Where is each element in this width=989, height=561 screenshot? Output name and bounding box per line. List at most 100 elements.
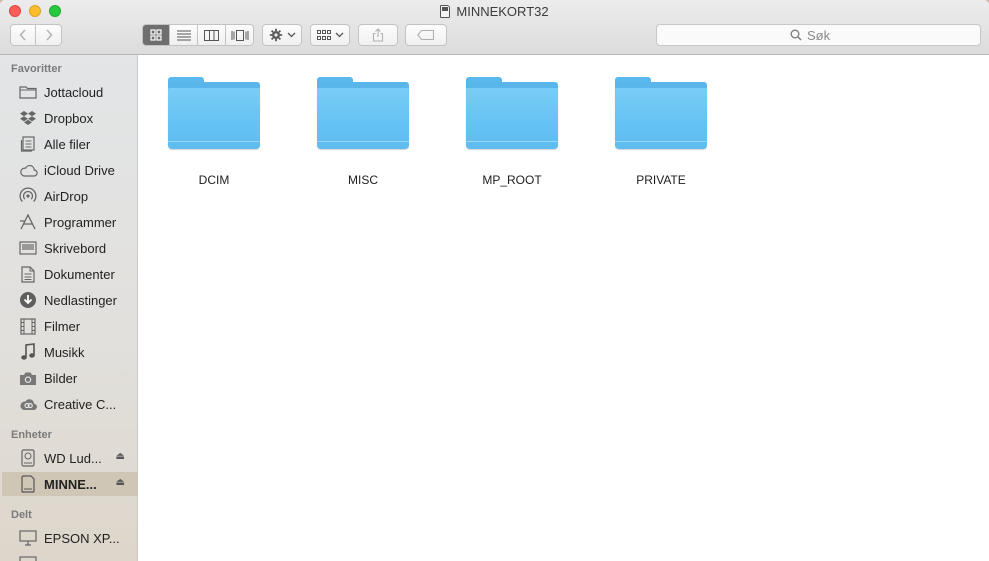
folder-item-private[interactable]: PRIVATE <box>601 77 721 197</box>
sidebar-item-creative-cloud[interactable]: Creative C... <box>2 392 137 416</box>
column-view-icon <box>204 29 219 41</box>
folder-icon <box>317 77 409 149</box>
creative-cloud-icon <box>18 394 38 414</box>
airdrop-icon <box>18 186 38 206</box>
folder-name: MP_ROOT <box>482 173 542 187</box>
sidebar-item-dropbox[interactable]: Dropbox <box>2 106 137 130</box>
film-icon <box>18 316 38 336</box>
sidebar-item-label: Skrivebord <box>44 240 107 256</box>
sidebar-item-label: Bilder <box>44 370 78 386</box>
folder-icon <box>168 77 260 149</box>
music-icon <box>18 342 38 362</box>
sidebar-item-minnekort[interactable]: MINNE... ⏏ <box>2 472 137 496</box>
sidebar-item-all-files[interactable]: Alle filer <box>2 132 137 156</box>
sidebar-item-label: Dokumenter <box>44 266 115 282</box>
forward-button[interactable] <box>35 24 62 46</box>
folder-name: MISC <box>348 173 378 187</box>
arrange-menu-button[interactable] <box>310 24 350 46</box>
back-button[interactable] <box>10 24 36 46</box>
sidebar: Favoritter Jottacloud Dropbox Alle filer… <box>0 55 138 561</box>
chevron-right-icon <box>45 29 52 41</box>
sidebar-item-applications[interactable]: Programmer <box>2 210 137 234</box>
sidebar-header-devices: Enheter <box>11 429 52 441</box>
sidebar-item-label: Musikk <box>44 344 85 360</box>
sd-card-icon <box>440 5 451 18</box>
sidebar-item-pictures[interactable]: Bilder <box>2 366 137 390</box>
sidebar-item-label: EPSON XP... <box>44 530 120 546</box>
sidebar-item-desktop[interactable]: Skrivebord <box>2 236 137 260</box>
sidebar-item-label: Programmer <box>44 214 117 230</box>
toolbar: MINNEKORT32 <box>0 0 989 55</box>
sidebar-item-label: Dropbox <box>44 110 94 126</box>
monitor-icon <box>18 528 38 548</box>
hard-drive-icon <box>18 448 38 468</box>
search-field[interactable] <box>656 24 981 46</box>
cloud-icon <box>18 160 38 180</box>
gear-icon <box>269 28 282 42</box>
list-view-icon <box>176 30 191 40</box>
applications-icon <box>18 212 38 232</box>
finder-window: MINNEKORT32 Søk Favoritter Jottacloud Dr… <box>0 0 989 561</box>
eject-icon[interactable]: ⏏ <box>116 477 125 488</box>
tag-icon <box>417 30 435 40</box>
window-title-bar: MINNEKORT32 <box>0 3 989 21</box>
view-mode-selector <box>142 24 254 46</box>
column-view-button[interactable] <box>198 24 226 46</box>
sidebar-header-shared: Delt <box>11 509 32 521</box>
sidebar-item-label: AirDrop <box>44 188 89 204</box>
sidebar-item-movies[interactable]: Filmer <box>2 314 137 338</box>
sidebar-item-epson[interactable]: EPSON XP... <box>2 526 137 550</box>
sidebar-item-label: Jottacloud <box>44 84 104 100</box>
folder-icon <box>615 77 707 149</box>
sidebar-item-label: MINNE... <box>44 476 97 492</box>
sidebar-item-label: iCloud Drive <box>44 162 115 178</box>
folder-name: PRIVATE <box>636 173 686 187</box>
folder-icon <box>466 77 558 149</box>
desktop-icon <box>18 238 38 258</box>
chevron-left-icon <box>19 29 26 41</box>
sidebar-item-documents[interactable]: Dokumenter <box>2 262 137 286</box>
share-icon <box>372 28 384 42</box>
sidebar-item-label: WD Lud... <box>44 450 102 466</box>
folder-item-dcim[interactable]: DCIM <box>154 77 274 197</box>
sidebar-item-label: Alle filer <box>44 136 91 152</box>
sidebar-item-shared-partial[interactable] <box>2 552 137 561</box>
eject-icon[interactable]: ⏏ <box>116 451 125 462</box>
cover-flow-view-button[interactable] <box>226 24 254 46</box>
cover-flow-icon <box>231 29 248 41</box>
folder-icon <box>18 82 38 102</box>
dropbox-icon <box>18 108 38 128</box>
sidebar-item-wd-drive[interactable]: WD Lud... ⏏ <box>2 446 137 470</box>
all-files-icon <box>18 134 38 154</box>
sidebar-item-airdrop[interactable]: AirDrop <box>2 184 137 208</box>
icon-view-button[interactable] <box>142 24 170 46</box>
action-menu-button[interactable] <box>262 24 302 46</box>
window-title: MINNEKORT32 <box>456 4 549 19</box>
document-icon <box>18 264 38 284</box>
folder-name: DCIM <box>198 173 230 187</box>
sidebar-item-label: Nedlastinger <box>44 292 117 308</box>
sidebar-item-jottacloud[interactable]: Jottacloud <box>2 80 137 104</box>
icon-view-icon <box>150 29 162 41</box>
sidebar-header-favorites: Favoritter <box>11 63 62 75</box>
search-input[interactable] <box>807 27 847 43</box>
sidebar-item-label: Filmer <box>44 318 81 334</box>
monitor-icon <box>18 554 38 561</box>
list-view-button[interactable] <box>170 24 198 46</box>
sidebar-item-label: Creative C... <box>44 396 117 412</box>
camera-icon <box>18 368 38 388</box>
tag-button[interactable] <box>405 24 447 46</box>
chevron-down-icon <box>287 32 295 38</box>
grid-arrange-icon <box>316 29 331 40</box>
share-button[interactable] <box>358 24 398 46</box>
sidebar-item-downloads[interactable]: Nedlastinger <box>2 288 137 312</box>
sidebar-item-music[interactable]: Musikk <box>2 340 137 364</box>
file-browser-content: DCIM MISC MP_ROOT PRIVATE <box>138 55 989 561</box>
search-icon <box>790 29 802 41</box>
download-icon <box>18 290 38 310</box>
folder-item-mp-root[interactable]: MP_ROOT <box>452 77 572 197</box>
chevron-down-icon <box>335 32 343 38</box>
folder-item-misc[interactable]: MISC <box>303 77 423 197</box>
sd-card-icon <box>18 474 38 494</box>
sidebar-item-icloud-drive[interactable]: iCloud Drive <box>2 158 137 182</box>
